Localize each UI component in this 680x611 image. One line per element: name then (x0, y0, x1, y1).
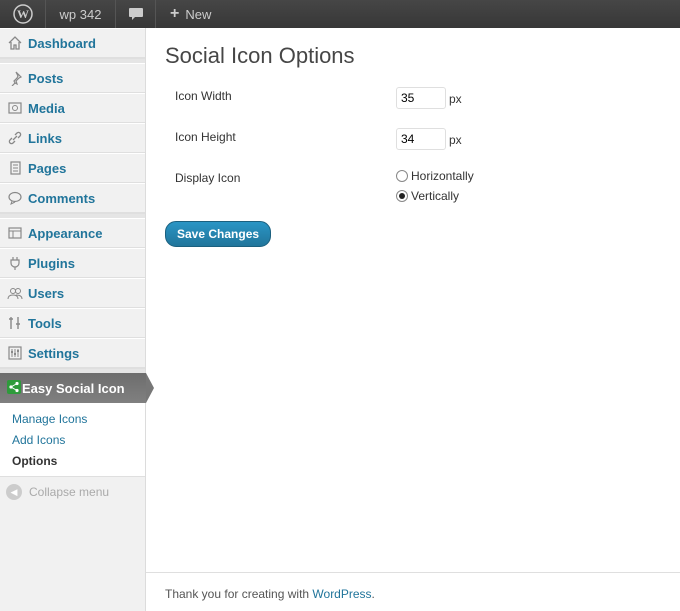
submenu: Manage Icons Add Icons Options (0, 403, 145, 477)
footer: Thank you for creating with WordPress. (146, 572, 680, 611)
sidebar-item-users[interactable]: Users (0, 278, 145, 308)
tools-icon (6, 314, 24, 332)
icon-width-label: Icon Width (175, 89, 232, 103)
radio-vertically[interactable] (396, 190, 408, 202)
radio-selected-dot (399, 193, 405, 199)
home-icon (6, 34, 24, 52)
sidebar-item-label: Settings (28, 345, 80, 361)
sidebar-item-comments[interactable]: Comments (0, 183, 145, 213)
sidebar-item-posts[interactable]: Posts (0, 63, 145, 93)
site-name-link[interactable]: wp 342 (46, 0, 116, 28)
pushpin-icon (6, 69, 24, 87)
submenu-item-add-icons[interactable]: Add Icons (0, 430, 145, 451)
sidebar-item-label: Easy Social Icon (22, 380, 125, 396)
radio-option-vertically[interactable]: Vertically (396, 189, 474, 203)
sidebar-item-media[interactable]: Media (0, 93, 145, 123)
media-icon (6, 99, 24, 117)
sidebar-item-label: Users (28, 285, 65, 301)
pages-icon (6, 159, 24, 177)
icon-width-row: Icon Width px (165, 81, 680, 122)
sidebar-item-label: Appearance (28, 225, 103, 241)
settings-icon (6, 344, 24, 362)
sidebar-item-label: Comments (28, 190, 96, 206)
display-icon-row: Display Icon Horizontally Vertically (165, 163, 680, 209)
icon-height-unit: px (449, 133, 462, 147)
new-content-button[interactable]: + New (156, 0, 211, 28)
sidebar-item-settings[interactable]: Settings (0, 338, 145, 368)
icon-height-label: Icon Height (175, 130, 236, 144)
radio-option-horizontally[interactable]: Horizontally (396, 169, 474, 183)
plug-icon (6, 254, 24, 272)
wordpress-logo-icon[interactable]: W (0, 0, 46, 28)
footer-text: Thank you for creating with (165, 587, 313, 601)
display-icon-label: Display Icon (175, 171, 241, 185)
icon-height-row: Icon Height px (165, 122, 680, 163)
collapse-arrow-icon: ◀ (6, 484, 22, 500)
sidebar-item-label: Pages (28, 160, 67, 176)
sidebar-item-label: Media (28, 100, 65, 116)
sidebar-item-label: Dashboard (28, 35, 96, 51)
sidebar-item-label: Links (28, 130, 62, 146)
speech-bubble-icon[interactable] (116, 0, 156, 28)
icon-width-unit: px (449, 92, 462, 106)
radio-label-vertically: Vertically (411, 189, 460, 203)
radio-horizontally[interactable] (396, 170, 408, 182)
new-label: New (185, 6, 212, 22)
sidebar-item-plugins[interactable]: Plugins (0, 248, 145, 278)
page-title: Social Icon Options (165, 43, 355, 68)
link-icon (6, 129, 24, 147)
submenu-item-manage-icons[interactable]: Manage Icons (0, 409, 145, 430)
users-icon (6, 284, 24, 302)
appearance-icon (6, 224, 24, 242)
save-changes-button[interactable]: Save Changes (165, 221, 272, 247)
share-icon (6, 379, 22, 398)
wordpress-link[interactable]: WordPress (312, 587, 371, 601)
sidebar-item-tools[interactable]: Tools (0, 308, 145, 338)
sidebar-item-links[interactable]: Links (0, 123, 145, 153)
main-content: Social Icon Options Icon Width px Icon H… (165, 28, 680, 247)
comments-icon (6, 189, 24, 207)
sidebar-item-appearance[interactable]: Appearance (0, 218, 145, 248)
footer-suffix: . (371, 587, 375, 601)
sidebar-item-label: Tools (28, 315, 62, 331)
plus-icon: + (170, 5, 180, 22)
icon-width-input[interactable] (396, 87, 446, 109)
admin-sidebar: Dashboard Posts Media Links Pages Commen… (0, 28, 154, 611)
collapse-menu-button[interactable]: ◀ Collapse menu (0, 477, 145, 507)
admin-bar: W wp 342 + New (0, 0, 680, 28)
icon-height-input[interactable] (396, 128, 446, 150)
svg-text:W: W (17, 7, 29, 21)
sidebar-item-dashboard[interactable]: Dashboard (0, 28, 145, 58)
display-icon-radio-group: Horizontally Vertically (396, 169, 474, 209)
submenu-item-options[interactable]: Options (0, 451, 145, 472)
radio-label-horizontally: Horizontally (411, 169, 474, 183)
sidebar-item-label: Plugins (28, 255, 75, 271)
collapse-menu-label: Collapse menu (29, 485, 110, 499)
sidebar-item-easy-social-icon[interactable]: Easy Social Icon (0, 373, 154, 403)
sidebar-item-pages[interactable]: Pages (0, 153, 145, 183)
options-form: Icon Width px Icon Height px Display Ico… (165, 81, 680, 209)
sidebar-item-label: Posts (28, 70, 64, 86)
